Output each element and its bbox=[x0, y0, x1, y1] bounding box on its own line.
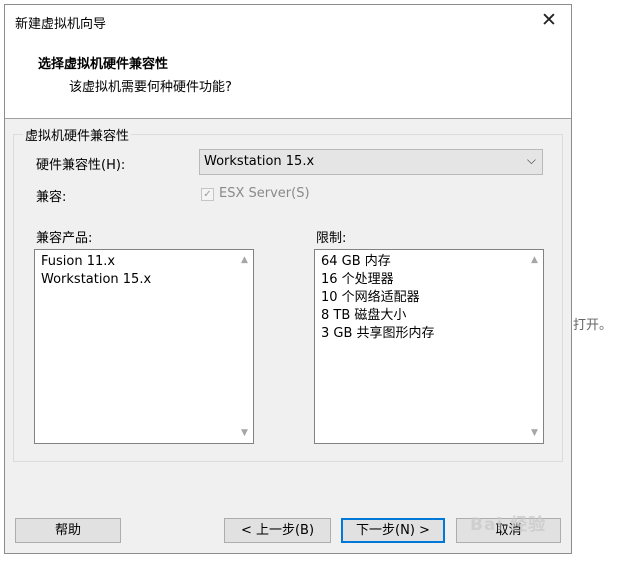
list-item[interactable]: 8 TB 磁盘大小 bbox=[321, 307, 435, 325]
hardware-compat-label: 硬件兼容性(H): bbox=[36, 158, 126, 173]
help-button[interactable]: 帮助 bbox=[15, 518, 121, 543]
new-vm-wizard-dialog: 新建虚拟机向导 ✕ 选择虚拟机硬件兼容性 该虚拟机需要何种硬件功能? 虚拟机硬件… bbox=[4, 4, 572, 554]
wizard-header: 选择虚拟机硬件兼容性 该虚拟机需要何种硬件功能? bbox=[5, 38, 571, 119]
chevron-down-icon: ⌵ bbox=[526, 153, 536, 167]
hardware-compat-value: Workstation 15.x bbox=[204, 154, 315, 169]
compatible-label: 兼容: bbox=[36, 190, 67, 205]
title-bar: 新建虚拟机向导 ✕ bbox=[5, 5, 571, 38]
back-button[interactable]: < 上一步(B) bbox=[224, 518, 331, 543]
scroll-down-icon[interactable]: ▼ bbox=[526, 428, 543, 438]
scrollbar[interactable]: ▲ ▼ bbox=[236, 250, 253, 443]
list-item[interactable]: 3 GB 共享图形内存 bbox=[321, 325, 435, 343]
limits-list[interactable]: 64 GB 内存 16 个处理器 10 个网络适配器 8 TB 磁盘大小 3 G… bbox=[314, 249, 544, 444]
group-legend: 虚拟机硬件兼容性 bbox=[23, 125, 132, 144]
limits-label: 限制: bbox=[316, 231, 347, 246]
hardware-compat-select[interactable]: Workstation 15.x ⌵ bbox=[199, 149, 543, 175]
list-item[interactable]: Workstation 15.x bbox=[41, 271, 151, 289]
checkmark-icon: ✓ bbox=[203, 189, 212, 200]
esx-server-checkbox[interactable]: ✓ bbox=[201, 188, 214, 201]
esx-server-label: ESX Server(S) bbox=[219, 186, 310, 201]
scrollbar[interactable]: ▲ ▼ bbox=[526, 250, 543, 443]
list-item[interactable]: 16 个处理器 bbox=[321, 271, 435, 289]
scroll-down-icon[interactable]: ▼ bbox=[236, 428, 253, 438]
scroll-up-icon[interactable]: ▲ bbox=[526, 255, 543, 265]
compatible-products-label: 兼容产品: bbox=[36, 231, 93, 246]
list-item[interactable]: 10 个网络适配器 bbox=[321, 289, 435, 307]
compatible-products-list[interactable]: Fusion 11.x Workstation 15.x ▲ ▼ bbox=[34, 249, 254, 444]
watermark: Bai 经验 bbox=[470, 515, 547, 535]
page-title: 选择虚拟机硬件兼容性 bbox=[38, 57, 169, 72]
background-text: 打开。 bbox=[573, 318, 613, 333]
close-icon[interactable]: ✕ bbox=[539, 10, 559, 30]
next-button[interactable]: 下一步(N) > bbox=[341, 518, 445, 543]
scroll-up-icon[interactable]: ▲ bbox=[236, 255, 253, 265]
window-title: 新建虚拟机向导 bbox=[15, 17, 107, 32]
list-item[interactable]: 64 GB 内存 bbox=[321, 253, 435, 271]
page-subtitle: 该虚拟机需要何种硬件功能? bbox=[69, 80, 232, 95]
list-item[interactable]: Fusion 11.x bbox=[41, 253, 151, 271]
